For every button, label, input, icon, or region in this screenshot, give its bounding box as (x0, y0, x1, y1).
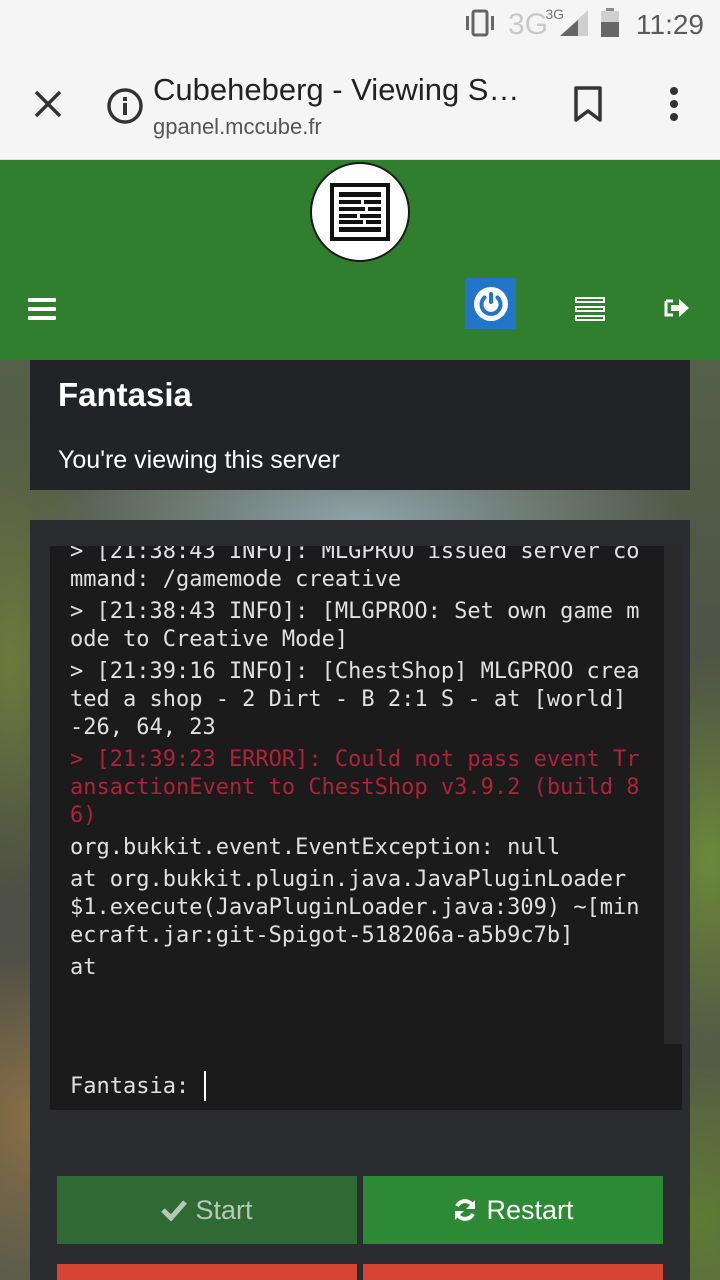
start-button-label: Start (195, 1194, 253, 1225)
stop-button[interactable] (57, 1264, 357, 1280)
site-info-button[interactable] (103, 84, 147, 128)
server-name: Fantasia (58, 376, 192, 413)
console-line: > [21:38:43 INFO]: [MLGPROO: Set own gam… (70, 599, 640, 652)
console-command-input[interactable]: Fantasia: (50, 1044, 682, 1110)
start-button[interactable]: Start (57, 1176, 357, 1244)
more-vert-icon (670, 87, 678, 121)
logout-icon[interactable] (663, 293, 693, 323)
server-subtitle: You're viewing this server (58, 446, 340, 474)
page-title: Cubeheberg - Viewing S… (153, 72, 520, 107)
info-icon (107, 88, 143, 124)
clock: 11:29 (636, 9, 704, 40)
close-tab-button[interactable] (24, 80, 72, 128)
battery-icon (600, 7, 620, 43)
browser-toolbar: Cubeheberg - Viewing S… gpanel.mccube.fr (0, 50, 720, 160)
restart-button-label: Restart (486, 1194, 574, 1225)
console-line-error: > [21:39:23 ERROR]: Could not pass event… (70, 747, 640, 828)
status-bar: 3G 3G 11:29 (0, 0, 720, 50)
logo-icon (330, 183, 390, 241)
bookmark-button[interactable] (568, 80, 608, 128)
console-line: > [21:38:43 INFO]: MLGPROO issued server… (70, 546, 640, 592)
console-panel: > [21:38:43 INFO]: MLGPROO issued server… (30, 520, 690, 1280)
text-caret (204, 1071, 207, 1101)
servers-icon[interactable] (575, 297, 605, 321)
menu-icon[interactable] (28, 298, 56, 322)
server-title-card: Fantasia You're viewing this server (30, 360, 690, 490)
console-line: org.bukkit.event.EventException: null (70, 835, 561, 860)
bookmark-icon (574, 86, 602, 122)
close-icon (34, 90, 62, 118)
console-line: at org.bukkit.plugin.java.JavaPluginLoad… (70, 867, 640, 948)
site-logo[interactable] (310, 162, 410, 262)
power-button[interactable] (465, 278, 516, 329)
console-log: > [21:38:43 INFO]: MLGPROO issued server… (50, 546, 650, 1038)
browser-menu-button[interactable] (654, 80, 694, 128)
power-icon (473, 286, 508, 321)
network-type-small: 3G (545, 6, 564, 22)
console-line: at (70, 955, 97, 980)
console-line: > [21:39:16 INFO]: [ChestShop] MLGPROO c… (70, 659, 640, 740)
check-icon (161, 1200, 188, 1221)
site-header (0, 160, 720, 360)
vibrate-icon (462, 8, 498, 43)
page-url[interactable]: gpanel.mccube.fr (153, 114, 322, 140)
restart-button[interactable]: Restart (363, 1176, 663, 1244)
network-type: 3G 3G (507, 6, 564, 41)
kill-button[interactable] (363, 1264, 663, 1280)
console-prompt: Fantasia: (70, 1073, 190, 1099)
console-scrollbar[interactable] (664, 546, 682, 1046)
refresh-icon (455, 1199, 476, 1221)
console-output[interactable]: > [21:38:43 INFO]: MLGPROO issued server… (50, 546, 682, 1046)
